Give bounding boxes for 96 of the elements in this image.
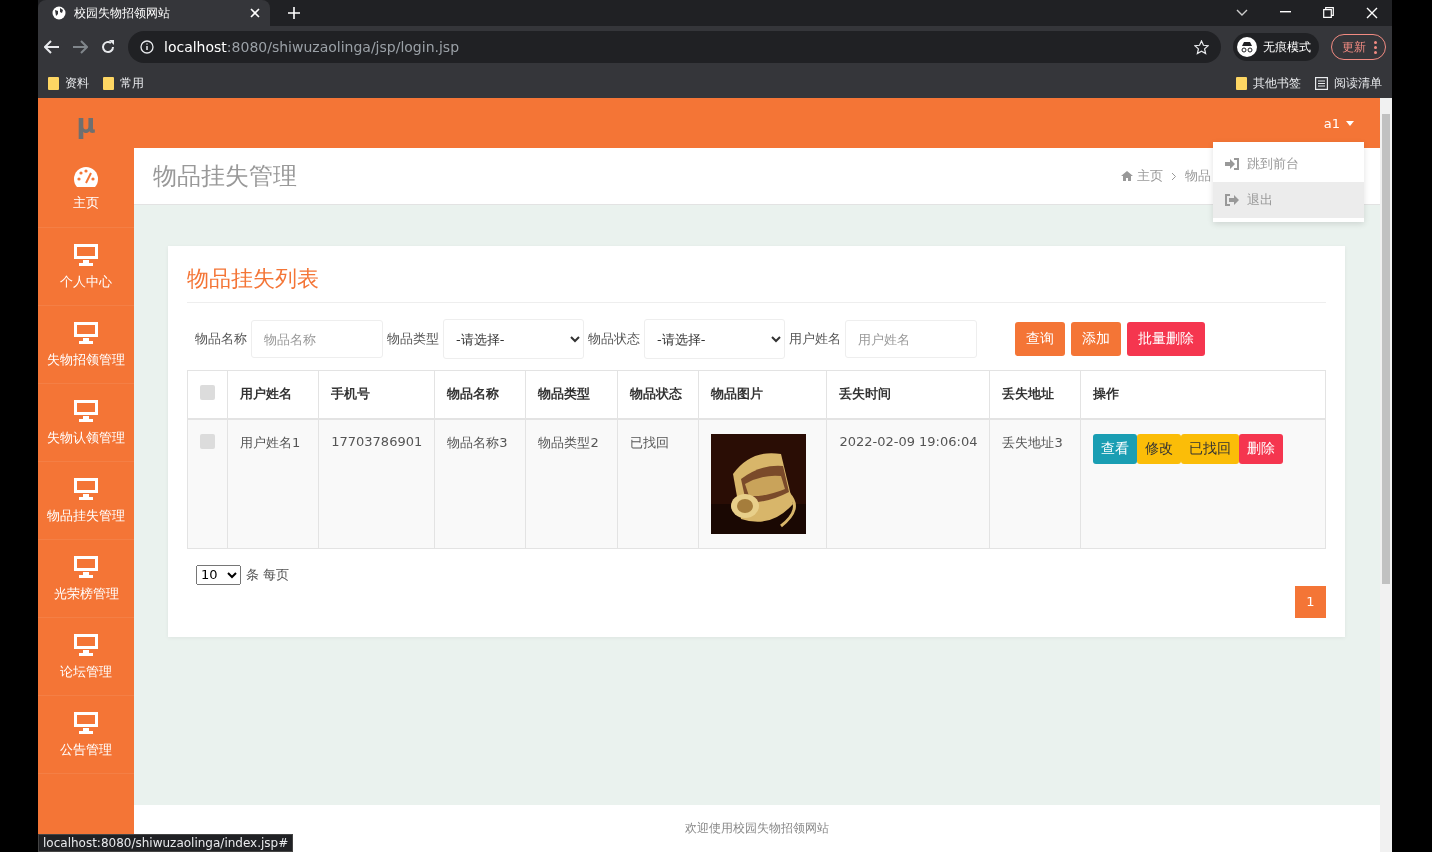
other-bookmarks[interactable]: 其他书签 <box>1236 74 1301 92</box>
text-field[interactable]: 用户姓名 <box>845 320 977 358</box>
column-header: 物品类型 <box>525 370 618 419</box>
globe-icon <box>52 6 66 20</box>
browser-tab[interactable]: 校园失物招领网站 <box>38 0 270 26</box>
user-menu[interactable]: a1 <box>1323 115 1354 131</box>
folder-icon <box>1236 76 1247 90</box>
sidebar-label: 主页 <box>73 193 99 212</box>
forward-icon[interactable] <box>72 40 88 54</box>
sign-in-icon <box>1225 158 1239 170</box>
filter-label: 用户姓名 <box>789 330 841 348</box>
page-size-label: 条 每页 <box>246 565 290 584</box>
incognito-icon <box>1237 37 1257 57</box>
bookmark-folder[interactable]: 资料 <box>48 74 89 92</box>
card-title: 物品挂失列表 <box>187 260 1326 303</box>
close-window-icon[interactable] <box>1366 7 1378 19</box>
reading-list[interactable]: 阅读清单 <box>1315 74 1382 92</box>
table-cell: 17703786901 <box>318 418 435 548</box>
table-cell: 用户姓名1 <box>227 418 319 548</box>
monitor-icon <box>73 632 99 657</box>
url-text: localhost:8080/shiwuzaolinga/jsp/login.jsp <box>164 39 460 55</box>
table-cell: 2022-02-09 19:06:04 <box>826 418 990 548</box>
action-button[interactable]: 添加 <box>1071 322 1121 356</box>
new-tab-icon[interactable] <box>288 7 300 19</box>
bookmark-folder[interactable]: 常用 <box>103 74 144 92</box>
breadcrumb-link[interactable]: 主页 <box>1121 167 1163 185</box>
tab-title: 校园失物招领网站 <box>74 4 170 22</box>
row-action-button[interactable]: 修改 <box>1136 433 1181 464</box>
sidebar-label: 个人中心 <box>60 272 112 291</box>
monitor-icon <box>73 554 99 579</box>
list-icon <box>1315 76 1328 90</box>
sidebar-label: 物品挂失管理 <box>47 506 125 525</box>
row-action-button[interactable]: 已找回 <box>1180 433 1239 464</box>
breadcrumb-link[interactable]: 物品 <box>1185 167 1211 185</box>
menu-item[interactable]: 退出 <box>1213 182 1364 218</box>
page-size-select[interactable]: 10 <box>196 564 241 585</box>
monitor-icon <box>73 320 99 345</box>
sidebar-label: 失物认领管理 <box>47 428 125 447</box>
star-icon[interactable] <box>1194 39 1209 55</box>
column-header: 丢失地址 <box>989 370 1081 419</box>
column-header: 操作 <box>1080 370 1326 419</box>
sidebar-label: 光荣榜管理 <box>53 584 119 603</box>
sidebar-label: 公告管理 <box>60 740 112 759</box>
select-field[interactable]: -请选择- <box>443 319 584 359</box>
back-icon[interactable] <box>44 40 60 54</box>
column-header: 物品名称 <box>434 370 526 419</box>
column-header: 手机号 <box>318 370 435 419</box>
text-field[interactable]: 物品名称 <box>251 320 383 358</box>
sidebar-label: 失物招领管理 <box>47 350 125 369</box>
table-cell: 丢失地址3 <box>989 418 1081 548</box>
scrollbar[interactable] <box>1380 98 1392 852</box>
page-title: 物品挂失管理 <box>153 161 298 192</box>
row-action-button[interactable]: 删除 <box>1238 433 1283 464</box>
more-icon <box>1374 40 1377 54</box>
table-cell: 物品名称3 <box>434 418 526 548</box>
sidebar-label: 论坛管理 <box>60 662 112 681</box>
action-button[interactable]: 查询 <box>1015 322 1065 356</box>
caret-icon <box>1346 120 1354 126</box>
checkbox[interactable] <box>200 433 215 449</box>
filter-label: 物品类型 <box>387 330 439 348</box>
table-cell: 已找回 <box>617 418 699 548</box>
monitor-icon <box>73 476 99 501</box>
filter-label: 物品状态 <box>588 330 640 348</box>
home-icon <box>1121 171 1133 181</box>
chevron-right-icon <box>1171 171 1177 181</box>
close-icon[interactable] <box>250 8 260 18</box>
page-button[interactable]: 1 <box>1295 585 1326 618</box>
logo: μ <box>75 108 97 141</box>
monitor-icon <box>73 398 99 423</box>
column-header: 用户姓名 <box>227 370 319 419</box>
folder-icon <box>103 76 114 90</box>
table-cell: 物品类型2 <box>525 418 618 548</box>
column-header: 物品状态 <box>617 370 699 419</box>
chevron-down-icon[interactable] <box>1236 9 1248 17</box>
incognito-badge[interactable]: 无痕模式 <box>1233 33 1319 61</box>
checkbox[interactable] <box>200 385 215 401</box>
column-header: 物品图片 <box>698 370 827 419</box>
reload-icon[interactable] <box>100 39 116 55</box>
select-field[interactable]: -请选择- <box>644 319 785 359</box>
monitor-icon <box>73 710 99 735</box>
column-header: 丢失时间 <box>826 370 990 419</box>
row-action-button[interactable]: 查看 <box>1092 433 1137 464</box>
address-bar[interactable]: localhost:8080/shiwuzaolinga/jsp/login.jsp <box>128 31 1221 63</box>
incognito-label: 无痕模式 <box>1263 38 1311 56</box>
status-url: localhost:8080/shiwuzaolinga/index.jsp# <box>38 834 294 852</box>
sign-out-icon <box>1225 194 1239 206</box>
dashboard-icon <box>73 165 99 188</box>
restore-icon[interactable] <box>1323 7 1334 18</box>
filter-label: 物品名称 <box>195 330 247 348</box>
info-icon <box>140 40 154 54</box>
minimize-icon[interactable] <box>1280 11 1291 13</box>
menu-item[interactable]: 跳到前台 <box>1213 146 1364 182</box>
monitor-icon <box>73 242 99 267</box>
footer-text: 欢迎使用校园失物招领网站 <box>685 820 829 837</box>
folder-icon <box>48 76 59 90</box>
action-button[interactable]: 批量删除 <box>1127 322 1205 356</box>
